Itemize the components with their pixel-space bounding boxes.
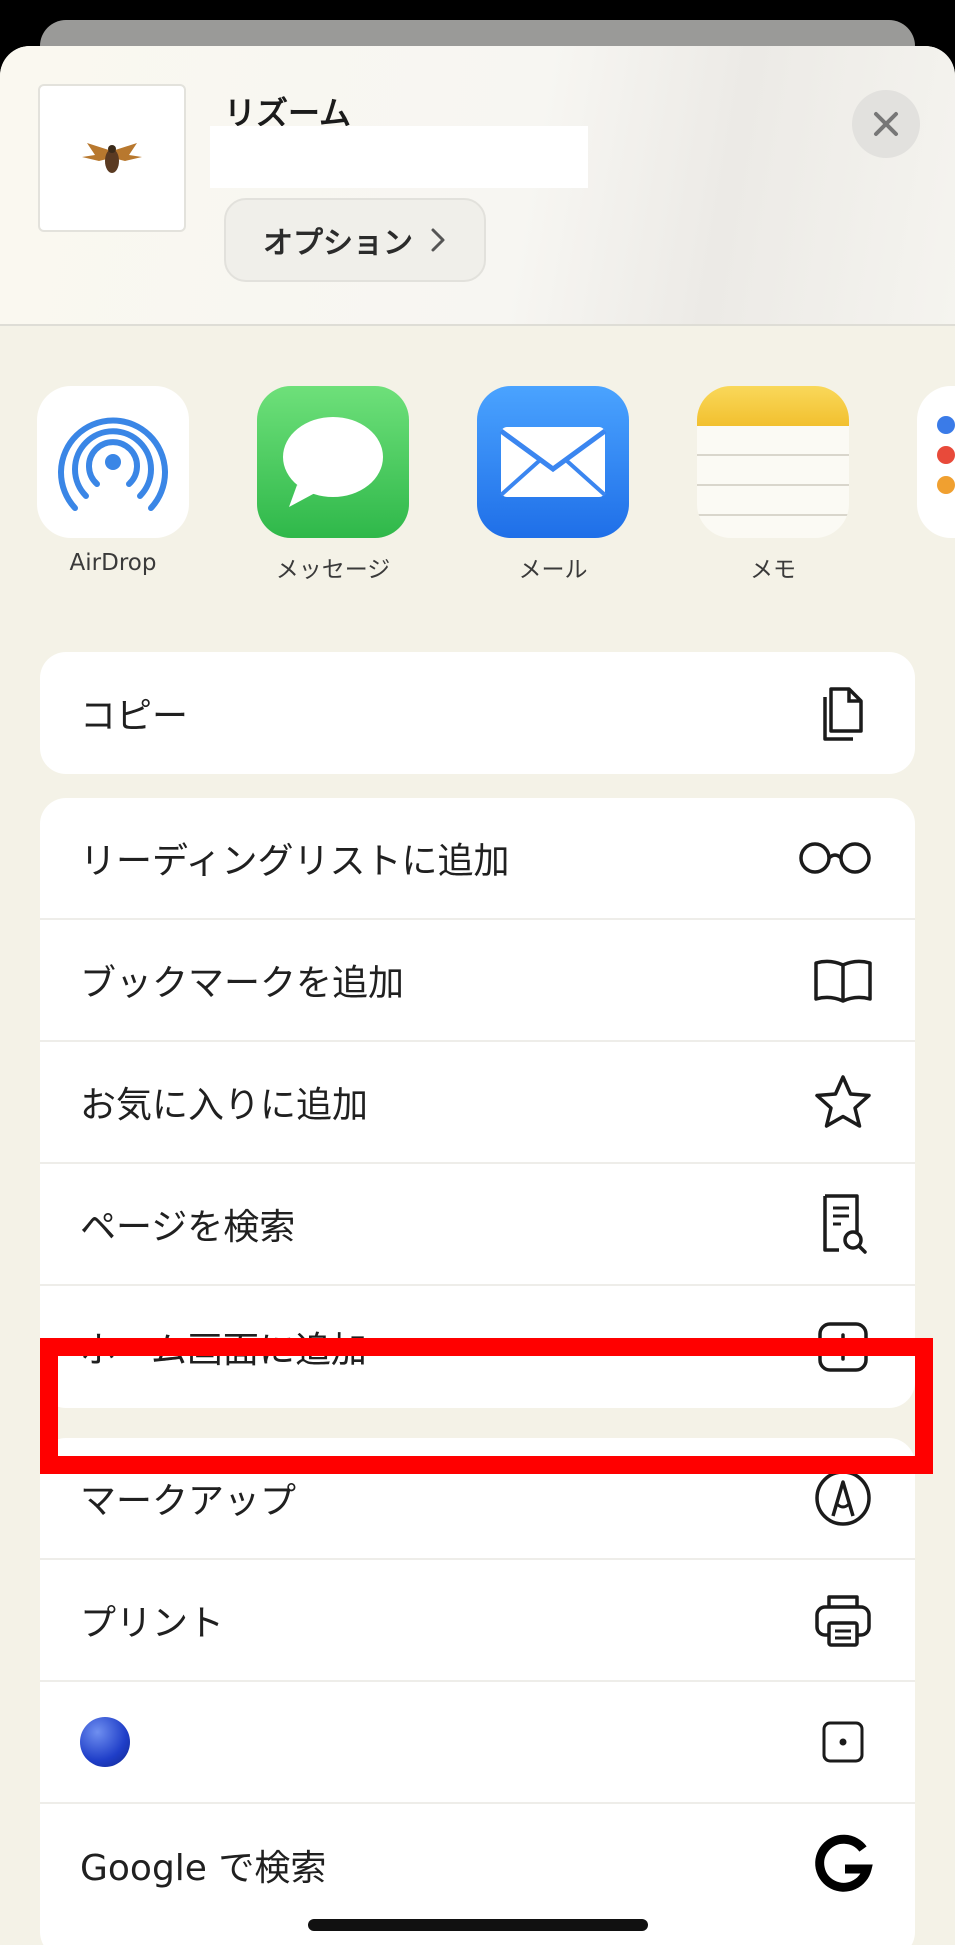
action-label: Google で検索 bbox=[80, 1848, 327, 1889]
mail-icon bbox=[477, 386, 629, 538]
action-favorites[interactable]: お気に入りに追加 bbox=[40, 1042, 915, 1164]
action-label: お気に入りに追加 bbox=[80, 1085, 369, 1126]
action-reading-list[interactable]: リーディングリストに追加 bbox=[40, 798, 915, 920]
url-redaction bbox=[210, 126, 588, 188]
plus-square-icon bbox=[811, 1315, 875, 1379]
book-icon bbox=[811, 948, 875, 1012]
app-label: リマ bbox=[913, 550, 955, 584]
action-label: プリント bbox=[80, 1603, 225, 1644]
action-label: ブックマークを追加 bbox=[80, 963, 405, 1004]
app-mail[interactable]: メール bbox=[473, 386, 633, 584]
action-label: コピー bbox=[80, 696, 189, 737]
share-apps-row: AirDrop メッセージ メール メモ bbox=[0, 386, 955, 586]
close-button[interactable] bbox=[852, 90, 920, 158]
action-label: マークアップ bbox=[80, 1481, 297, 1522]
action-extension[interactable] bbox=[40, 1682, 915, 1804]
doc-search-icon bbox=[811, 1192, 875, 1256]
app-notes[interactable]: メモ bbox=[693, 386, 853, 584]
action-label: ページを検索 bbox=[80, 1207, 296, 1248]
action-add-to-home-screen[interactable]: ホーム画面に追加 bbox=[40, 1286, 915, 1408]
chevron-right-icon bbox=[431, 228, 445, 252]
app-messages[interactable]: メッセージ bbox=[253, 386, 413, 584]
options-button[interactable]: オプション bbox=[224, 198, 486, 282]
messages-icon bbox=[257, 386, 409, 538]
page-thumbnail bbox=[38, 84, 186, 232]
share-header: リズーム オプション bbox=[0, 46, 955, 326]
close-icon bbox=[874, 112, 898, 136]
home-indicator bbox=[308, 1919, 648, 1931]
app-label: メール bbox=[518, 557, 588, 583]
share-sheet: リズーム オプション AirDrop メッセージ メール メモ コピー リーディ… bbox=[0, 46, 955, 1945]
site-logo-icon bbox=[82, 143, 142, 173]
copy-icon bbox=[811, 681, 875, 745]
printer-icon bbox=[811, 1588, 875, 1652]
square-dot-icon bbox=[811, 1710, 875, 1774]
star-icon bbox=[811, 1070, 875, 1134]
action-find-on-page[interactable]: ページを検索 bbox=[40, 1164, 915, 1286]
glasses-icon bbox=[795, 826, 875, 890]
options-label: オプション bbox=[263, 226, 413, 261]
app-label: メモ bbox=[750, 557, 796, 583]
markup-icon bbox=[811, 1466, 875, 1530]
action-print[interactable]: プリント bbox=[40, 1560, 915, 1682]
app-label: メッセージ bbox=[275, 557, 391, 583]
action-google-search[interactable]: Google で検索 bbox=[40, 1804, 915, 1926]
google-g-icon bbox=[811, 1833, 875, 1897]
action-copy[interactable]: コピー bbox=[40, 652, 915, 774]
action-group-copy: コピー bbox=[40, 652, 915, 774]
reminders-icon bbox=[917, 386, 955, 538]
action-group-more: マークアップ プリント Google で検索 bbox=[40, 1438, 915, 1945]
action-markup[interactable]: マークアップ bbox=[40, 1438, 915, 1560]
action-label: ホーム画面に追加 bbox=[80, 1330, 367, 1371]
action-label: リーディングリストに追加 bbox=[80, 841, 510, 882]
action-label bbox=[80, 1717, 811, 1767]
airdrop-icon bbox=[37, 386, 189, 538]
app-airdrop[interactable]: AirDrop bbox=[33, 386, 193, 576]
notes-icon bbox=[697, 386, 849, 538]
app-reminders[interactable]: リマ bbox=[913, 386, 955, 584]
blue-circle-icon bbox=[80, 1717, 130, 1767]
action-group-page: リーディングリストに追加 ブックマークを追加 お気に入りに追加 ページを検索 ホ… bbox=[40, 798, 915, 1408]
action-bookmark[interactable]: ブックマークを追加 bbox=[40, 920, 915, 1042]
app-label: AirDrop bbox=[69, 550, 157, 576]
